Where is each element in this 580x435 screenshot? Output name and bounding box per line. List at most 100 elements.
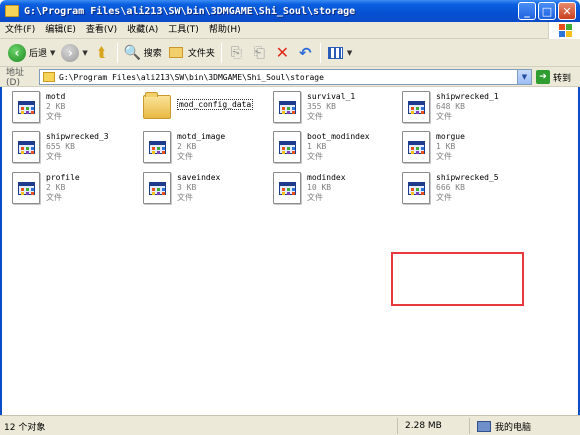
file-name: survival_1 [307,92,356,101]
file-name: motd [46,92,66,101]
file-item[interactable]: motd_image 2 KB 文件 [141,129,266,169]
window-title: G:\Program Files\ali213\SW\bin\3DMGAME\S… [24,5,356,17]
menu-tools[interactable]: 工具(T) [163,22,204,39]
address-label: 地址(D) [6,68,25,88]
move-to-icon: ⎘ [230,44,242,61]
file-icon [143,172,171,204]
move-to-button[interactable]: ⎘ [225,41,248,65]
search-icon: 🔍 [123,44,142,61]
folder-item[interactable]: mod_config_data [141,89,266,129]
object-count-text: 12 个对象 [4,422,46,433]
computer-icon [477,420,491,432]
views-grid-icon [327,44,344,61]
back-button[interactable]: ‹ 后退 ▼ [5,41,58,65]
status-object-count: 12 个对象 [4,418,398,434]
file-size: 655 KB [46,142,75,151]
file-type: 文件 [46,193,62,202]
folder-icon [43,72,55,82]
forward-button[interactable]: › ▼ [58,41,90,65]
file-item[interactable]: shipwrecked_3 655 KB 文件 [10,129,135,169]
search-label: 搜索 [143,49,162,59]
go-arrow-icon: ➔ [536,70,550,84]
chevron-down-icon[interactable]: ▼ [50,49,55,57]
file-name: boot_modindex [307,132,370,141]
file-size: 666 KB [436,183,465,192]
file-size: 1 KB [307,142,327,151]
chevron-down-icon[interactable]: ▼ [82,49,87,57]
go-button[interactable]: ➔ 转到 [536,69,571,85]
file-icon [12,91,40,123]
file-icon [12,131,40,163]
file-type: 文件 [177,152,193,161]
file-type: 文件 [436,193,452,202]
file-item[interactable]: boot_modindex 1 KB 文件 [271,129,396,169]
close-button[interactable]: ✕ [558,2,576,20]
file-name: saveindex [177,173,221,182]
minimize-button[interactable]: _ [518,2,536,20]
file-type: 文件 [436,152,452,161]
file-item[interactable]: morgue 1 KB 文件 [400,129,525,169]
menu-file[interactable]: 文件(F) [0,22,40,39]
file-name: shipwrecked_5 [436,173,499,182]
undo-button[interactable]: ↶ [294,41,317,65]
address-bar: 地址(D) G:\Program Files\ali213\SW\bin\3DM… [0,67,580,88]
file-name: motd_image [177,132,226,141]
address-input[interactable]: G:\Program Files\ali213\SW\bin\3DMGAME\S… [39,69,532,85]
chevron-down-icon[interactable]: ▼ [347,49,352,57]
forward-arrow-icon: › [61,43,80,62]
folders-button[interactable]: 文件夹 [165,41,218,65]
status-location: 我的电脑 [474,418,576,434]
file-icon [273,172,301,204]
file-name: profile [46,173,80,182]
folders-icon [168,44,185,61]
highlight-box [391,252,524,306]
menu-view[interactable]: 查看(V) [81,22,122,39]
file-size: 648 KB [436,102,465,111]
file-type: 文件 [46,112,62,121]
menu-bar: 文件(F) 编辑(E) 查看(V) 收藏(A) 工具(T) 帮助(H) [0,22,580,39]
file-item[interactable]: survival_1 355 KB 文件 [271,89,396,129]
file-list-view[interactable]: motd 2 KB 文件 mod_config_data survival_1 355 K… [0,87,580,415]
chevron-down-icon[interactable]: ▼ [517,70,531,84]
window-controls: _ □ ✕ [518,2,576,20]
search-button[interactable]: 🔍 搜索 [121,41,165,65]
file-item[interactable]: shipwrecked_1 648 KB 文件 [400,89,525,129]
folder-icon [5,5,19,17]
file-item[interactable]: shipwrecked_5 666 KB 文件 [400,170,525,210]
menu-favorites[interactable]: 收藏(A) [122,22,163,39]
file-size: 2 KB [46,183,66,192]
maximize-button[interactable]: □ [538,2,556,20]
file-grid: motd 2 KB 文件 mod_config_data survival_1 355 K… [10,89,530,214]
file-item[interactable]: modindex 10 KB 文件 [271,170,396,210]
file-type: 文件 [307,112,323,121]
file-name: shipwrecked_1 [436,92,499,101]
menu-edit[interactable]: 编辑(E) [40,22,81,39]
file-item[interactable]: profile 2 KB 文件 [10,170,135,210]
undo-icon: ↶ [299,43,312,62]
status-size: 2.28 MB [402,418,470,434]
views-button[interactable]: ▼ [324,41,355,65]
up-button[interactable]: ⮬ [91,41,114,65]
file-item[interactable]: saveindex 3 KB 文件 [141,170,266,210]
total-size-text: 2.28 MB [405,421,442,431]
delete-button[interactable]: ✕ [271,41,294,65]
file-type: 文件 [307,152,323,161]
address-value[interactable]: G:\Program Files\ali213\SW\bin\3DMGAME\S… [59,73,324,82]
copy-to-button[interactable]: ⎗ [248,41,271,65]
title-bar[interactable]: G:\Program Files\ali213\SW\bin\3DMGAME\S… [0,0,580,22]
file-size: 3 KB [177,183,197,192]
folders-label: 文件夹 [187,49,215,59]
file-item[interactable]: motd 2 KB 文件 [10,89,135,129]
folder-up-icon: ⮬ [98,44,107,61]
file-type: 文件 [46,152,62,161]
folder-icon [143,92,171,119]
menu-help[interactable]: 帮助(H) [204,22,246,39]
file-size: 1 KB [436,142,456,151]
file-icon [273,91,301,123]
toolbar: ‹ 后退 ▼ › ▼ ⮬ 🔍 搜索 文件夹 ⎘ ⎗ ✕ ↶ ▼ [0,39,580,67]
toolbar-divider [319,42,321,63]
toolbar-divider [220,42,222,63]
file-icon [273,131,301,163]
status-bar: 12 个对象 2.28 MB 我的电脑 [0,415,580,435]
file-icon [402,172,430,204]
